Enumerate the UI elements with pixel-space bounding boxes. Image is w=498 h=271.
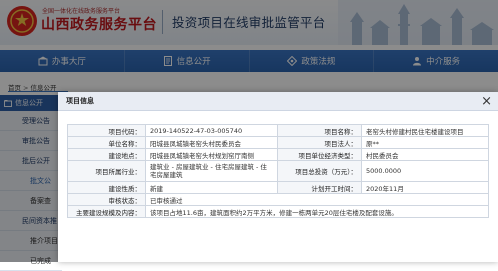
project-name-value: 老窑头村修建村民住宅楼建设项目 (361, 124, 489, 137)
legal-person-value: 原** (361, 136, 489, 149)
field-label: 建设地点： (67, 148, 146, 161)
content-value: 该项目占地11.6亩，建筑面积约2万平方米，修建一栋两单元20层住宅楼及配套设施… (145, 205, 489, 218)
table-row: 项目代码： 2019-140522-47-03-005740 项目名称： 老窑头… (67, 124, 489, 137)
field-label: 建设性质： (67, 181, 146, 194)
status-value: 已审核通过 (145, 193, 489, 206)
unit-name-value: 阳城县凤城镇老窑头村民委员会 (145, 136, 278, 149)
field-label: 审核状态： (67, 193, 146, 206)
table-row: 单位名称： 阳城县凤城镇老窑头村民委员会 项目法人： 原** (67, 136, 489, 149)
project-info-dialog: 项目信息 × 项目代码： 2019-140522-47-03-005740 项目… (58, 92, 498, 262)
field-label: 项目法人： (277, 136, 362, 149)
table-row: 主要建设规模及内容： 该项目占地11.6亩，建筑面积约2万平方米，修建一栋两单元… (67, 205, 489, 218)
location-value: 阳城县凤城镇老窑头村规划窑厅南侧 (145, 148, 278, 161)
field-label: 项目所属行业： (67, 160, 146, 182)
field-label: 项目总投资（万元）： (277, 160, 362, 182)
investment-value: 5000.0000 (361, 160, 489, 182)
close-icon[interactable]: × (481, 95, 492, 108)
industry-value: 建筑业 - 房屋建筑业 - 住宅房屋建筑 - 住宅房屋建筑 (145, 160, 278, 182)
field-label: 计划开工时间： (277, 181, 362, 194)
field-label: 项目名称： (277, 124, 362, 137)
unit-type-value: 村民委员会 (361, 148, 489, 161)
field-label: 主要建设规模及内容： (67, 205, 146, 218)
start-time-value: 2020年11月 (361, 181, 489, 194)
dialog-title: 项目信息 (66, 97, 94, 105)
table-row: 建设地点： 阳城县凤城镇老窑头村规划窑厅南侧 项目单位经济类型： 村民委员会 (67, 148, 489, 161)
project-info-table: 项目代码： 2019-140522-47-03-005740 项目名称： 老窑头… (67, 124, 489, 218)
table-row: 审核状态： 已审核通过 (67, 193, 489, 206)
field-label: 单位名称： (67, 136, 146, 149)
field-label: 项目代码： (67, 124, 146, 137)
nature-value: 新建 (145, 181, 278, 194)
table-row: 建设性质： 新建 计划开工时间： 2020年11月 (67, 181, 489, 194)
table-row: 项目所属行业： 建筑业 - 房屋建筑业 - 住宅房屋建筑 - 住宅房屋建筑 项目… (67, 160, 489, 182)
dialog-header: 项目信息 × (58, 92, 498, 111)
field-label: 项目单位经济类型： (277, 148, 362, 161)
project-code-value: 2019-140522-47-03-005740 (145, 124, 278, 137)
